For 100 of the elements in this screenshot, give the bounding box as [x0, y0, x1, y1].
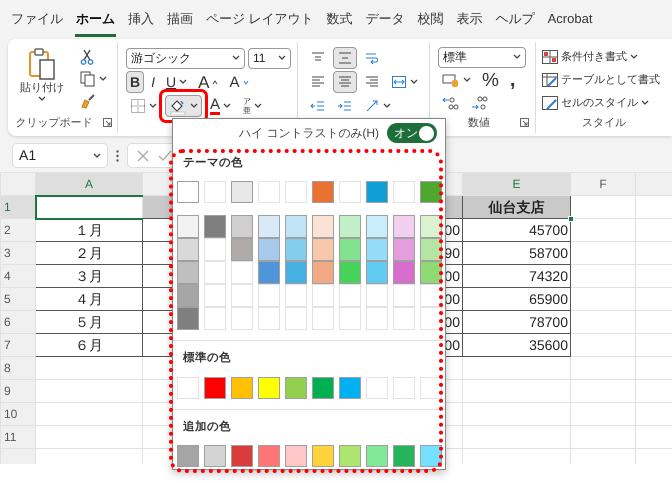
row-header[interactable]: 3	[0, 242, 36, 264]
underline-button[interactable]: U	[162, 71, 192, 93]
percent-style-button[interactable]: %	[478, 69, 503, 92]
color-swatch[interactable]	[366, 215, 388, 238]
fill-handle[interactable]	[568, 216, 574, 222]
font-size-dropdown[interactable]: 11	[248, 48, 291, 68]
color-swatch[interactable]	[258, 261, 280, 284]
color-swatch[interactable]	[366, 238, 388, 262]
fill-color-button[interactable]	[165, 95, 202, 117]
color-swatch[interactable]	[258, 238, 280, 262]
check-icon[interactable]	[158, 148, 172, 162]
color-swatch[interactable]	[285, 215, 307, 238]
font-name-dropdown[interactable]: 游ゴシック	[126, 48, 245, 68]
paste-button[interactable]: 貼り付け	[16, 46, 68, 114]
ribbon-tab[interactable]: 描画	[166, 8, 194, 37]
ribbon-tab[interactable]: ページ レイアウト	[205, 8, 315, 37]
increase-font-size-button[interactable]: A	[194, 71, 222, 93]
color-swatch[interactable]	[258, 376, 280, 398]
color-swatch[interactable]	[231, 376, 253, 398]
dialog-launcher-icon[interactable]	[520, 118, 529, 128]
row-header[interactable]: 4	[0, 264, 36, 288]
color-swatch[interactable]	[393, 238, 415, 262]
color-swatch[interactable]	[312, 444, 334, 467]
ribbon-tab[interactable]: 挿入	[127, 8, 155, 37]
row-header[interactable]: 6	[0, 310, 36, 334]
color-swatch[interactable]	[231, 238, 253, 262]
color-swatch[interactable]	[204, 444, 226, 467]
color-swatch[interactable]	[420, 181, 442, 204]
row-header[interactable]: 10	[0, 402, 36, 426]
color-swatch[interactable]	[204, 215, 226, 238]
column-header[interactable]: F	[570, 172, 636, 196]
name-box[interactable]: A1	[12, 143, 108, 168]
align-middle-button[interactable]	[333, 47, 357, 69]
italic-button[interactable]: I	[147, 71, 160, 93]
color-swatch[interactable]	[339, 261, 361, 284]
color-swatch[interactable]	[177, 284, 199, 308]
decrease-font-size-button[interactable]: A	[225, 71, 252, 93]
color-swatch[interactable]	[339, 238, 361, 262]
color-swatch[interactable]	[339, 444, 361, 467]
color-swatch[interactable]	[420, 238, 442, 262]
color-swatch[interactable]	[285, 238, 307, 262]
color-swatch[interactable]	[285, 261, 307, 284]
style-menu-button[interactable]: 条件付き書式	[540, 46, 640, 68]
color-swatch[interactable]	[177, 261, 199, 284]
color-swatch[interactable]	[231, 444, 253, 467]
color-swatch[interactable]	[258, 444, 280, 467]
row-header[interactable]: 5	[0, 288, 36, 310]
style-menu-button[interactable]: セルのスタイル	[540, 92, 651, 114]
color-swatch[interactable]	[366, 444, 388, 467]
color-swatch[interactable]	[177, 238, 199, 262]
color-swatch[interactable]	[312, 215, 334, 238]
ribbon-tab[interactable]: ファイル	[10, 8, 64, 37]
color-swatch[interactable]	[366, 261, 388, 284]
color-swatch[interactable]	[177, 215, 199, 238]
color-swatch[interactable]	[231, 181, 253, 204]
ribbon-tab[interactable]: 校閲	[416, 8, 445, 37]
more-options-icon[interactable]	[116, 150, 119, 162]
color-swatch[interactable]	[177, 181, 199, 204]
color-swatch[interactable]	[204, 376, 226, 398]
color-swatch[interactable]	[420, 261, 442, 284]
color-swatch[interactable]	[420, 444, 442, 467]
ribbon-tab[interactable]: ヘルプ	[494, 8, 536, 37]
row-header[interactable]: 8	[0, 356, 36, 380]
row-header[interactable]: 9	[0, 380, 36, 402]
color-swatch[interactable]	[177, 444, 199, 467]
toggle-switch[interactable]: オン	[387, 123, 437, 143]
color-swatch[interactable]	[312, 238, 334, 262]
align-center-button[interactable]	[333, 71, 357, 93]
color-swatch[interactable]	[393, 215, 415, 238]
row-header[interactable]: 7	[0, 334, 36, 356]
bold-button[interactable]: B	[126, 71, 144, 93]
column-header[interactable]: A	[36, 172, 142, 196]
dialog-launcher-icon[interactable]	[102, 118, 112, 128]
close-icon[interactable]	[136, 148, 150, 162]
color-swatch[interactable]	[285, 376, 307, 398]
color-swatch[interactable]	[312, 261, 334, 284]
ribbon-tab[interactable]: 数式	[326, 8, 354, 37]
color-swatch[interactable]	[312, 181, 334, 204]
ribbon-tab[interactable]: 表示	[456, 8, 484, 37]
color-swatch[interactable]	[366, 181, 388, 204]
color-swatch[interactable]	[258, 215, 280, 238]
color-swatch[interactable]	[420, 215, 442, 238]
number-format-dropdown[interactable]: 標準	[438, 46, 526, 68]
row-header[interactable]: 2	[0, 218, 36, 242]
color-swatch[interactable]	[285, 444, 307, 467]
color-swatch[interactable]	[393, 444, 415, 467]
color-swatch[interactable]	[393, 261, 415, 284]
row-header[interactable]: 1	[0, 196, 36, 218]
row-header[interactable]: 11	[0, 426, 36, 448]
column-header[interactable]: E	[462, 172, 570, 196]
style-menu-button[interactable]: テーブルとして書式	[540, 69, 662, 92]
color-swatch[interactable]	[339, 376, 361, 398]
color-swatch[interactable]	[339, 215, 361, 238]
color-swatch[interactable]	[231, 215, 253, 238]
comma-style-button[interactable]: ,	[506, 69, 520, 92]
color-swatch[interactable]	[177, 307, 199, 330]
ribbon-tab[interactable]: データ	[364, 8, 406, 37]
phonetic-guide-button[interactable]: ア 亜	[239, 95, 266, 117]
font-color-button[interactable]: A	[206, 95, 236, 117]
ribbon-tab[interactable]: Acrobat	[546, 8, 594, 37]
